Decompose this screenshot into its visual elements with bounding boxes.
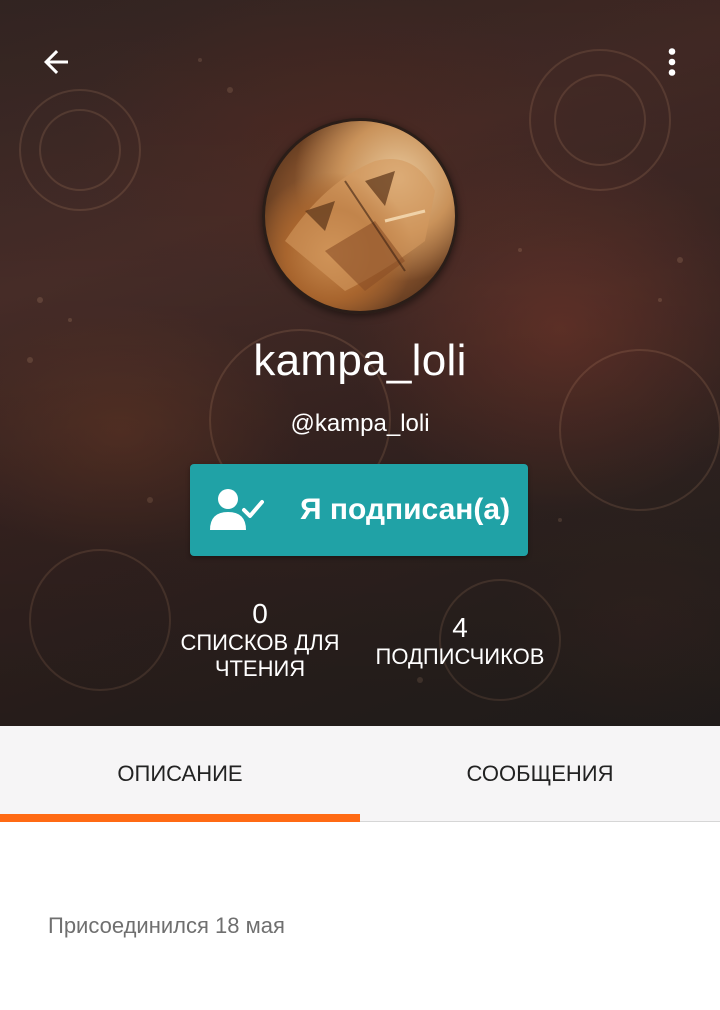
display-name: kampa_loli	[253, 336, 467, 385]
user-handle: @kampa_loli	[290, 410, 430, 437]
followers-label: ПОДПИСЧИКОВ	[375, 644, 545, 669]
more-options-button[interactable]	[644, 34, 700, 90]
profile-tabs: ОПИСАНИЕ СООБЩЕНИЯ	[0, 726, 720, 822]
tab-description[interactable]: ОПИСАНИЕ	[0, 726, 360, 822]
arrow-left-icon	[44, 50, 68, 74]
about-section: Присоединился 18 мая	[0, 823, 720, 1010]
reading-lists-count: 0	[252, 598, 268, 629]
more-vertical-icon	[668, 48, 676, 76]
reading-lists-stat[interactable]: 0 СПИСКОВ ДЛЯ ЧТЕНИЯ	[170, 598, 350, 682]
joined-date: Присоединился 18 мая	[48, 913, 285, 938]
followers-stat[interactable]: 4 ПОДПИСЧИКОВ	[360, 612, 560, 670]
avatar-image	[285, 159, 435, 291]
profile-header: kampa_loli @kampa_loli Я подписан(а) 0 С…	[0, 0, 720, 726]
followers-count: 4	[452, 612, 468, 643]
following-button[interactable]: Я подписан(а)	[190, 464, 528, 556]
reading-lists-label: СПИСКОВ ДЛЯ ЧТЕНИЯ	[180, 630, 340, 681]
active-tab-indicator	[0, 814, 360, 822]
back-button[interactable]	[28, 34, 84, 90]
tab-messages[interactable]: СООБЩЕНИЯ	[360, 726, 720, 822]
following-button-label: Я подписан(а)	[300, 493, 511, 526]
user-check-icon	[210, 489, 264, 530]
avatar[interactable]	[262, 118, 458, 314]
